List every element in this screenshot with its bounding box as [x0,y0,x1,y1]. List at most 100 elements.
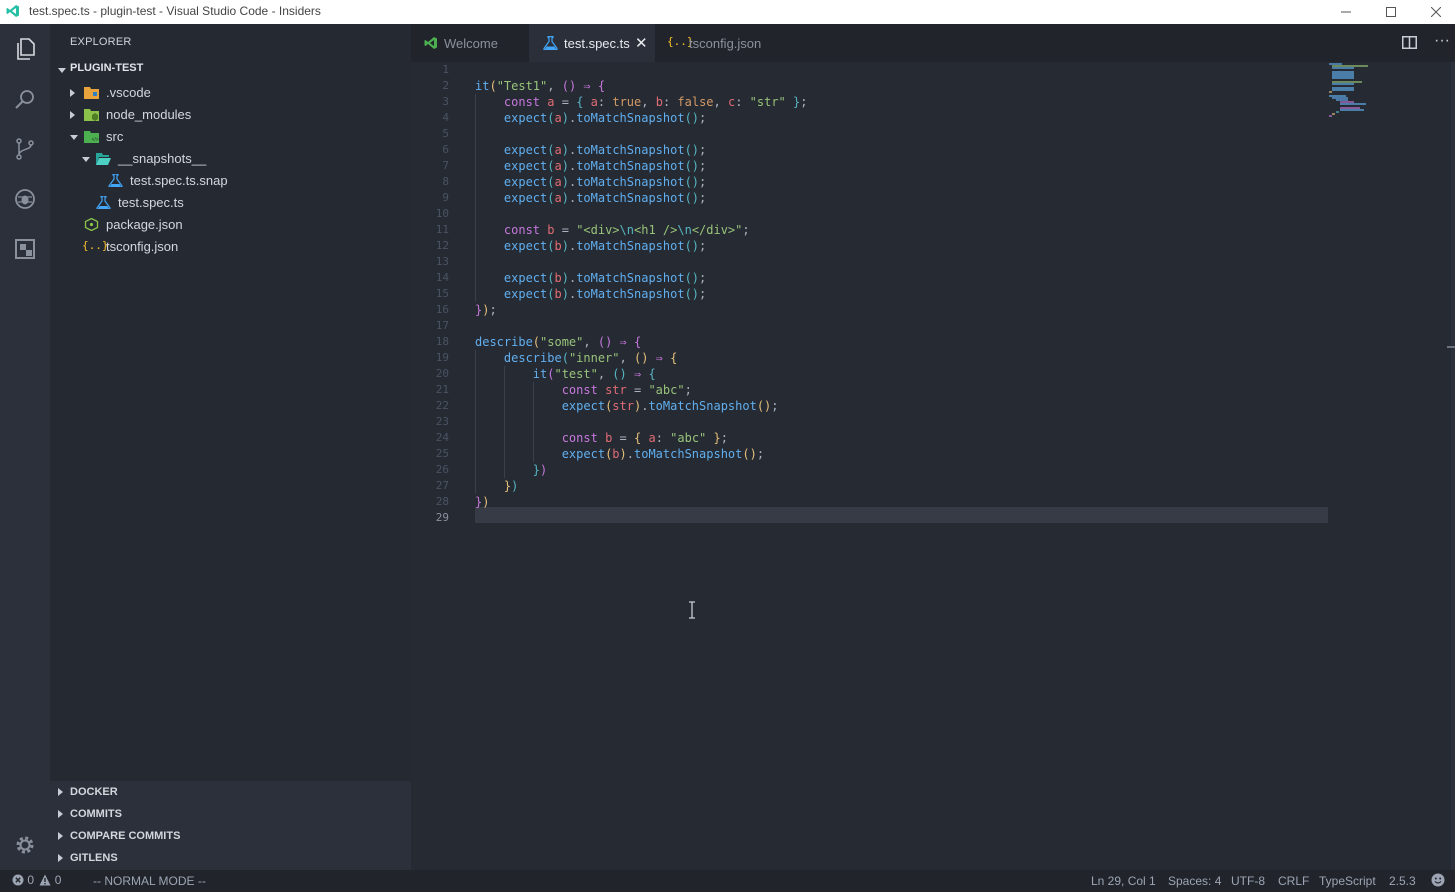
typescript-version[interactable]: 2.5.3 [1389,874,1416,888]
activity-bar [0,24,50,870]
code-line: it("test", () ⇒ { [532,367,656,381]
source-control-button[interactable] [0,124,50,174]
sidebar-panels: DOCKER COMMITS COMPARE COMMITS GITLENS [50,781,411,870]
vscode-insiders-icon [6,5,19,17]
more-actions-icon[interactable]: ··· [1434,32,1450,50]
title-bar: test.spec.ts - plugin-test - Visual Stud… [0,0,1455,24]
node-json-icon [84,218,99,231]
code-line: describe("some", () ⇒ { [475,335,642,349]
json-icon: {..} [82,239,109,252]
close-tab-icon[interactable]: ✕ [635,34,648,52]
panel-docker[interactable]: DOCKER [50,781,411,803]
indentation[interactable]: Spaces: 4 [1168,874,1221,888]
feedback-button[interactable] [1431,873,1445,890]
line-number: 13 [435,255,449,268]
code-line: describe("inner", () ⇒ { [503,351,678,365]
tree-item-vscode[interactable]: .vscode [50,82,411,104]
code-line: const a = { a: true, b: false, c: "str" … [503,95,808,109]
tree-item-package-json[interactable]: package.json [50,214,411,236]
panel-compare-commits[interactable]: COMPARE COMMITS [50,825,411,847]
close-window-button[interactable] [1413,0,1455,24]
problems-indicator[interactable]: 0 0 [12,873,61,887]
status-bar: 0 0 -- NORMAL MODE -- Ln 29, Col 1 Space… [0,870,1455,892]
chevron-right-icon [58,788,63,796]
text-cursor-icon [689,601,695,619]
test-file-icon [96,196,111,209]
line-number: 23 [435,415,449,428]
manage-button[interactable] [0,820,50,870]
code-line: expect(b).toMatchSnapshot(); [503,239,707,253]
tree-item-src[interactable]: </> src [50,126,411,148]
chevron-down-icon [58,68,66,73]
chevron-down-icon [82,157,90,162]
line-number: 17 [435,319,449,332]
error-icon [12,874,24,886]
tab-test-spec[interactable]: test.spec.ts ✕ [529,24,655,62]
tab-welcome[interactable]: Welcome [411,24,529,62]
minimize-button[interactable] [1323,0,1369,24]
maximize-button[interactable] [1368,0,1414,24]
tree-item-snap-file[interactable]: test.spec.ts.snap [50,170,411,192]
explorer-button[interactable] [0,24,50,74]
vim-mode: -- NORMAL MODE -- [93,874,206,888]
close-icon [1431,7,1441,17]
code-line: }) [475,495,490,509]
code-line: expect(a).toMatchSnapshot(); [503,175,707,189]
code-line: const b = { a: "abc" }; [561,431,728,445]
test-file-icon [543,36,558,50]
tree-item-snapshots[interactable]: __snapshots__ [50,148,411,170]
line-number: 5 [442,127,449,140]
maximize-icon [1386,7,1396,17]
folder-src-icon: </> [84,131,99,143]
line-number: 10 [435,207,449,220]
workspace-root[interactable]: PLUGIN-TEST [50,59,411,81]
line-ending[interactable]: CRLF [1278,874,1309,888]
scrollbar-cursor-marker [1447,346,1455,348]
code-line: }) [503,479,519,493]
test-file-icon [108,174,123,187]
code-line: expect(a).toMatchSnapshot(); [503,191,707,205]
explorer-sidebar: EXPLORER PLUGIN-TEST .vscode node_module… [50,24,411,870]
tab-tsconfig[interactable]: {..} tsconfig.json [655,24,779,62]
search-button[interactable] [0,74,50,124]
explorer-header: EXPLORER [70,36,132,48]
panel-gitlens[interactable]: GITLENS [50,847,411,869]
code-line: expect(a).toMatchSnapshot(); [503,143,707,157]
code-editor[interactable]: 1 2 3 4 5 6 7 8 9 10 11 12 13 14 15 16 17 18 19 20 21 22 23 24 2… [411,62,1455,870]
chevron-right-icon [70,111,75,119]
code-line: expect(a).toMatchSnapshot(); [503,111,707,125]
chevron-right-icon [58,810,63,818]
minimap[interactable] [1328,62,1438,122]
files-icon [17,38,35,60]
line-number: 1 [442,63,449,76]
cursor-position[interactable]: Ln 29, Col 1 [1091,874,1156,888]
tree-item-tsconfig[interactable]: {..} tsconfig.json [50,236,411,258]
code-line: }); [475,303,497,317]
folder-vscode-icon [84,87,99,99]
warning-icon [39,874,51,886]
line-number: 29 [435,511,449,524]
panel-commits[interactable]: COMMITS [50,803,411,825]
vertical-scrollbar[interactable] [1451,62,1455,870]
folder-node-icon [84,109,99,121]
language-mode[interactable]: TypeScript [1319,874,1376,888]
code-line: const b = "<div>\n<h1 />\n</div>"; [503,223,750,237]
svg-text:</>: </> [92,137,99,143]
extensions-button[interactable] [0,224,50,274]
smiley-icon [1431,873,1445,887]
editor-tab-bar: Welcome test.spec.ts ✕ {..} tsconfig.jso… [411,24,1455,62]
split-editor-icon[interactable] [1402,36,1417,49]
code-line: expect(b).toMatchSnapshot(); [503,271,707,285]
tree-item-node-modules[interactable]: node_modules [50,104,411,126]
gear-icon [16,836,34,854]
code-line: expect(b).toMatchSnapshot(); [561,447,765,461]
code-line: expect(a).toMatchSnapshot(); [503,159,707,173]
code-line: }) [532,463,548,477]
tree-item-test-spec[interactable]: test.spec.ts [50,192,411,214]
debug-icon [15,189,35,209]
debug-button[interactable] [0,174,50,224]
code-line: it("Test1", () ⇒ { [475,79,606,93]
encoding[interactable]: UTF-8 [1231,874,1265,888]
extensions-icon [15,239,35,259]
source-control-icon [16,138,34,160]
